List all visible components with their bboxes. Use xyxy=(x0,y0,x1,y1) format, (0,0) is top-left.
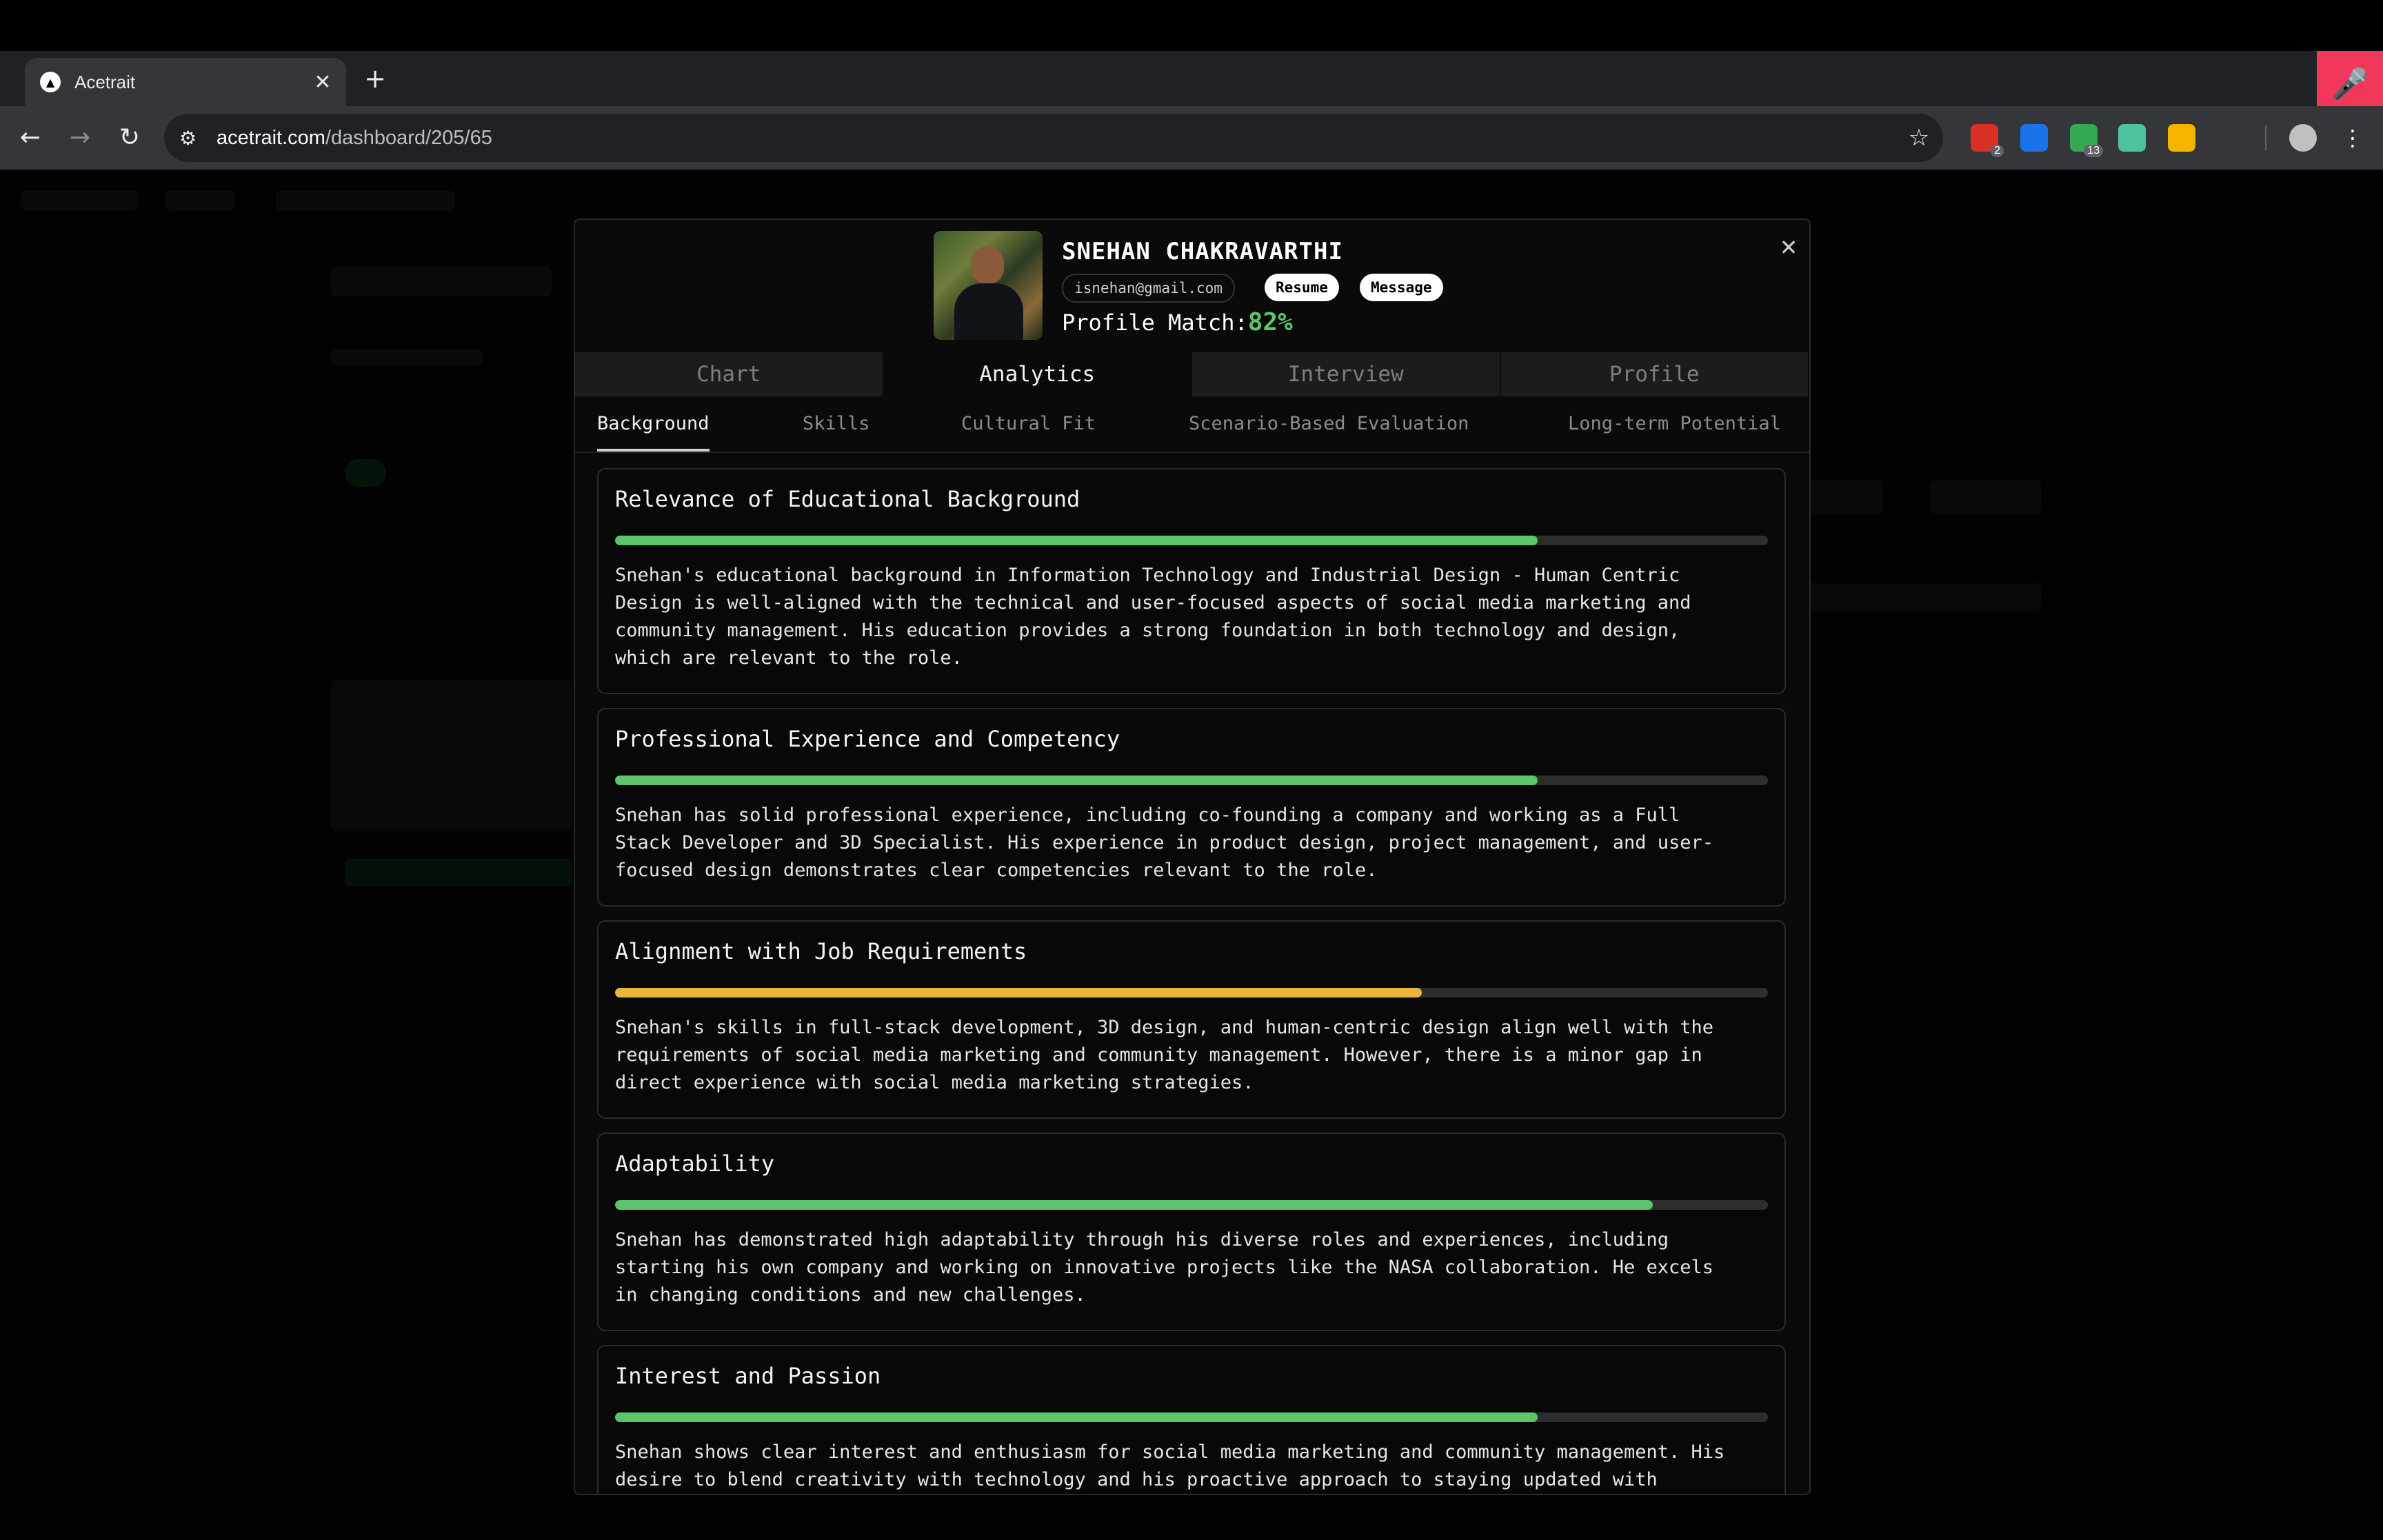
ext-2-icon[interactable] xyxy=(2020,124,2048,152)
resume-button[interactable]: Resume xyxy=(1265,274,1339,301)
url-text[interactable]: acetrait.com/dashboard/205/65 xyxy=(217,127,1895,150)
subtab-long-term-potential[interactable]: Long-term Potential xyxy=(1568,396,1781,452)
analysis-card: Interest and Passion Snehan shows clear i… xyxy=(597,1345,1786,1494)
candidate-photo xyxy=(934,231,1043,340)
profile-avatar-icon[interactable] xyxy=(2289,124,2317,152)
main-tabs: Chart Analytics Interview Profile xyxy=(575,352,1809,396)
card-description: Snehan has demonstrated high adaptabilit… xyxy=(615,1229,1714,1306)
modal-header: SNEHAN CHAKRAVARTHI isnehan@gmail.com Re… xyxy=(575,220,1809,354)
profile-match-value: 82% xyxy=(1247,308,1293,336)
site-settings-icon[interactable]: ⚙ xyxy=(179,127,207,150)
close-modal-icon[interactable]: ✕ xyxy=(1775,234,1802,261)
score-bar xyxy=(615,536,1768,545)
tab-profile[interactable]: Profile xyxy=(1500,352,1809,396)
analysis-card: Relevance of Educational Background Sneha… xyxy=(597,468,1786,694)
score-bar xyxy=(615,1200,1768,1210)
score-bar-fill xyxy=(615,536,1538,545)
close-tab-icon[interactable]: ✕ xyxy=(309,70,336,94)
ext-4-icon[interactable] xyxy=(2118,124,2146,152)
score-bar-fill xyxy=(615,988,1422,997)
card-description: Snehan has solid professional experience… xyxy=(615,804,1714,881)
score-bar-fill xyxy=(615,1200,1653,1210)
ext-5-icon[interactable] xyxy=(2168,124,2195,152)
extension-badge: 2 xyxy=(1991,145,2004,157)
screen-top xyxy=(0,0,2383,51)
new-tab-button[interactable]: + xyxy=(361,61,389,97)
analysis-card: Adaptability Snehan has demonstrated high… xyxy=(597,1133,1786,1331)
card-title: Interest and Passion xyxy=(615,1363,881,1389)
browser-tab-title: Acetrait xyxy=(74,71,136,92)
card-title: Relevance of Educational Background xyxy=(615,486,1080,512)
candidate-email[interactable]: isnehan@gmail.com xyxy=(1062,274,1235,303)
acetrait-favicon-icon: ▲ xyxy=(40,72,61,92)
menu-kebab-icon[interactable]: ⋮ xyxy=(2339,124,2366,152)
ext-1-icon[interactable]: 2 xyxy=(1971,124,2004,157)
card-title: Adaptability xyxy=(615,1151,775,1177)
subtab-background[interactable]: Background xyxy=(597,396,710,452)
card-description: Snehan's skills in full-stack developmen… xyxy=(615,1017,1714,1093)
candidate-modal: SNEHAN CHAKRAVARTHI isnehan@gmail.com Re… xyxy=(574,219,1811,1495)
analysis-card: Professional Experience and Competency Sn… xyxy=(597,708,1786,906)
profile-match: Profile Match:82% xyxy=(1062,308,1293,336)
forward-button[interactable]: → xyxy=(59,117,101,159)
score-bar-fill xyxy=(615,776,1538,785)
reload-button[interactable]: ↻ xyxy=(109,117,150,159)
tab-chart[interactable]: Chart xyxy=(575,352,884,396)
extension-badge: 13 xyxy=(2084,145,2103,157)
ext-3-icon[interactable]: 13 xyxy=(2070,124,2103,157)
score-bar xyxy=(615,988,1768,997)
bookmark-star-icon[interactable]: ☆ xyxy=(1895,124,1943,152)
subtab-skills[interactable]: Skills xyxy=(803,396,870,452)
browser-tab[interactable]: ▲ Acetrait ✕ xyxy=(25,58,346,106)
score-bar xyxy=(615,1412,1768,1422)
tab-analytics[interactable]: Analytics xyxy=(883,352,1192,396)
sub-tabs: Background Skills Cultural Fit Scenario-Bas… xyxy=(575,396,1809,453)
tab-interview[interactable]: Interview xyxy=(1192,352,1501,396)
score-bar xyxy=(615,776,1768,785)
tab-strip xyxy=(0,51,2383,106)
subtab-scenario-based-evaluation[interactable]: Scenario-Based Evaluation xyxy=(1189,396,1469,452)
card-title: Professional Experience and Competency xyxy=(615,726,1120,752)
message-button[interactable]: Message xyxy=(1360,274,1443,301)
analysis-card: Alignment with Job Requirements Snehan's … xyxy=(597,920,1786,1119)
card-description: Snehan's educational background in Infor… xyxy=(615,565,1691,669)
card-title: Alignment with Job Requirements xyxy=(615,938,1027,964)
candidate-name: SNEHAN CHAKRAVARTHI xyxy=(1062,238,1343,265)
card-description: Snehan shows clear interest and enthusia… xyxy=(615,1441,1725,1490)
back-button[interactable]: ← xyxy=(10,117,51,159)
profile-match-label: Profile Match: xyxy=(1062,310,1248,336)
toolbar-separator xyxy=(2265,125,2266,150)
score-bar-fill xyxy=(615,1412,1538,1422)
address-bar[interactable]: ⚙ acetrait.com/dashboard/205/65 ☆ xyxy=(164,114,1943,162)
subtab-cultural-fit[interactable]: Cultural Fit xyxy=(961,396,1096,452)
